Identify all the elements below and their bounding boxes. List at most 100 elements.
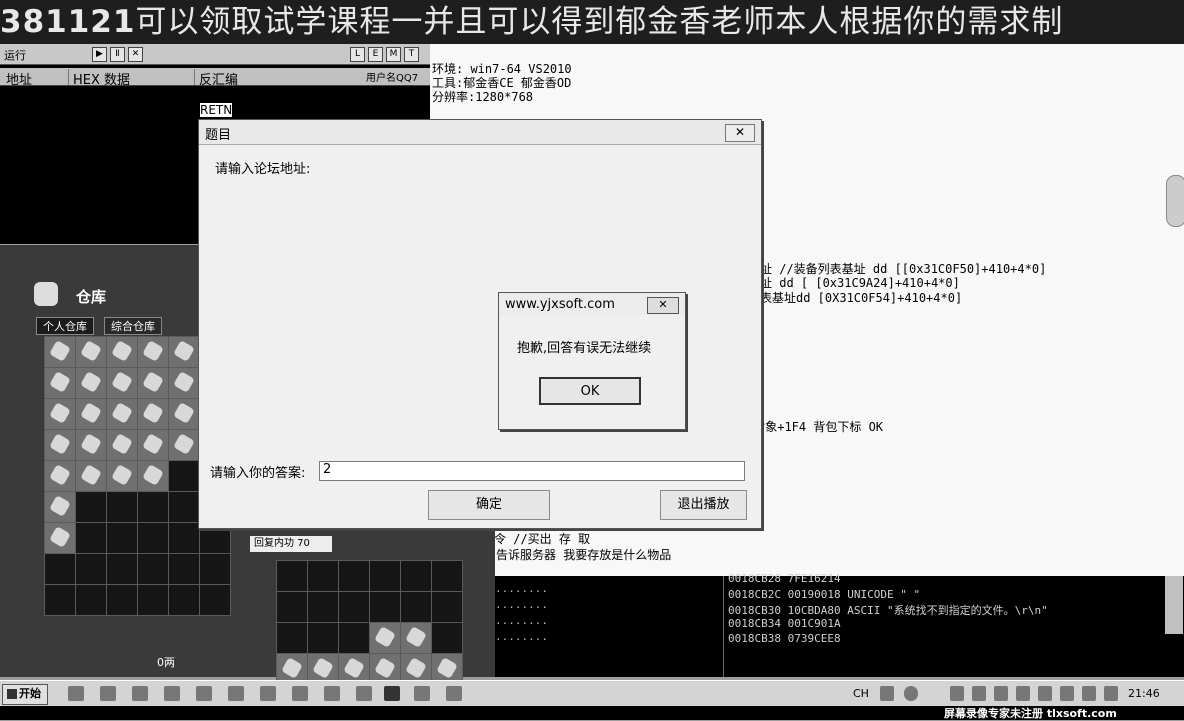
warehouse-slot[interactable] (168, 336, 200, 368)
toolbar-button-m[interactable]: M (386, 47, 401, 62)
warehouse-slot[interactable] (137, 584, 169, 616)
exit-playback-button[interactable]: 退出播放 (660, 490, 747, 520)
stack-scrollbar[interactable] (1165, 576, 1183, 634)
warehouse-slot[interactable] (75, 367, 107, 399)
app-icon[interactable] (196, 686, 212, 701)
answer-input[interactable]: 2 (319, 461, 745, 481)
language-indicator[interactable]: CH (853, 687, 869, 700)
warehouse-slot[interactable] (44, 398, 76, 430)
warehouse-slot[interactable] (168, 553, 200, 585)
app-icon-active[interactable] (384, 686, 400, 701)
stack-row[interactable]: 0018CB2C 00190018 UNICODE " " (728, 588, 920, 601)
warehouse-slot[interactable] (137, 522, 169, 554)
bag-slot[interactable] (307, 622, 339, 654)
network-icon[interactable] (1104, 686, 1118, 701)
bag-slot[interactable] (369, 560, 401, 592)
warehouse-slot[interactable] (199, 553, 231, 585)
warehouse-slot[interactable] (106, 460, 138, 492)
bag-slot[interactable] (338, 622, 370, 654)
bag-slot[interactable] (400, 560, 432, 592)
start-button[interactable]: 开始 (2, 684, 48, 705)
warehouse-slot[interactable] (106, 398, 138, 430)
warehouse-slot[interactable] (44, 429, 76, 461)
app-icon[interactable] (68, 686, 84, 701)
app-icon[interactable] (414, 686, 430, 701)
app-icon[interactable] (260, 686, 276, 701)
tray-icon[interactable] (880, 686, 894, 701)
stack-row[interactable]: 0018CB38 0739CEE8 (728, 632, 841, 645)
toolbar-button-e[interactable]: E (368, 47, 383, 62)
tray-icon[interactable] (1016, 686, 1030, 701)
warehouse-slot[interactable] (75, 429, 107, 461)
warehouse-slot[interactable] (168, 460, 200, 492)
toolbar-button-t[interactable]: T (404, 47, 419, 62)
warehouse-slot[interactable] (168, 522, 200, 554)
warehouse-slot[interactable] (106, 522, 138, 554)
scrollbar-thumb[interactable] (1166, 175, 1184, 227)
warehouse-slot[interactable] (44, 367, 76, 399)
warehouse-slot[interactable] (75, 553, 107, 585)
bag-slot[interactable] (400, 591, 432, 623)
app-icon[interactable] (446, 686, 462, 701)
app-icon[interactable] (324, 686, 340, 701)
col-hex[interactable]: HEX 数据 (68, 69, 130, 88)
warehouse-slot[interactable] (137, 336, 169, 368)
warehouse-slot[interactable] (106, 367, 138, 399)
toolbar-button[interactable]: ✕ (128, 47, 143, 62)
volume-icon[interactable] (1038, 686, 1052, 701)
app-icon[interactable] (100, 686, 116, 701)
ok-button[interactable]: OK (539, 377, 641, 405)
stack-row[interactable]: 0018CB34 001C901A (728, 617, 841, 630)
warehouse-slot[interactable] (44, 553, 76, 585)
warehouse-slot[interactable] (44, 584, 76, 616)
tray-icon[interactable] (1082, 686, 1096, 701)
tray-icon[interactable] (972, 686, 986, 701)
warehouse-slot[interactable] (168, 491, 200, 523)
tray-icon[interactable] (994, 686, 1008, 701)
bag-slot[interactable] (431, 622, 463, 654)
confirm-button[interactable]: 确定 (428, 490, 550, 520)
dialog-titlebar[interactable]: 题目 ✕ (199, 120, 761, 145)
warehouse-slot[interactable] (106, 491, 138, 523)
tab-shared-warehouse[interactable]: 综合仓库 (104, 317, 162, 335)
warehouse-slot[interactable] (106, 584, 138, 616)
bag-slot[interactable] (276, 622, 308, 654)
tray-icon[interactable] (1060, 686, 1074, 701)
tab-personal-warehouse[interactable]: 个人仓库 (36, 317, 94, 335)
stack-row[interactable]: 0018CB28 7FE16214 (728, 572, 841, 585)
bag-slot[interactable] (369, 622, 401, 654)
toolbar-button[interactable]: ▶ (92, 47, 107, 62)
bag-slot[interactable] (431, 560, 463, 592)
warehouse-slot[interactable] (168, 398, 200, 430)
warehouse-slot[interactable] (199, 584, 231, 616)
warehouse-slot[interactable] (44, 460, 76, 492)
bag-slot[interactable] (276, 591, 308, 623)
clock[interactable]: 21:46 (1128, 687, 1160, 700)
warehouse-slot[interactable] (137, 429, 169, 461)
warehouse-slot[interactable] (44, 522, 76, 554)
warehouse-slot[interactable] (75, 336, 107, 368)
warehouse-slot[interactable] (137, 491, 169, 523)
app-icon[interactable] (228, 686, 244, 701)
app-icon[interactable] (292, 686, 308, 701)
tray-icon[interactable] (950, 686, 964, 701)
warehouse-slot[interactable] (106, 553, 138, 585)
bag-slot[interactable] (431, 591, 463, 623)
warehouse-slot[interactable] (106, 336, 138, 368)
bag-slot[interactable] (276, 560, 308, 592)
dialog-close-button[interactable]: ✕ (725, 124, 755, 142)
warehouse-slot[interactable] (168, 429, 200, 461)
bag-slot[interactable] (307, 591, 339, 623)
bag-slot[interactable] (338, 591, 370, 623)
app-icon[interactable] (356, 686, 372, 701)
app-icon[interactable] (132, 686, 148, 701)
warehouse-slot[interactable] (137, 460, 169, 492)
warehouse-slot[interactable] (106, 429, 138, 461)
col-addr[interactable]: 地址 (2, 69, 32, 88)
bag-slot[interactable] (369, 591, 401, 623)
warehouse-slot[interactable] (168, 367, 200, 399)
warehouse-slot[interactable] (75, 398, 107, 430)
stack-row[interactable]: 0018CB30 10CBDA80 ASCII "系统找不到指定的文件。\r\n… (728, 602, 1048, 618)
app-icon[interactable] (164, 686, 180, 701)
warehouse-slot[interactable] (168, 584, 200, 616)
